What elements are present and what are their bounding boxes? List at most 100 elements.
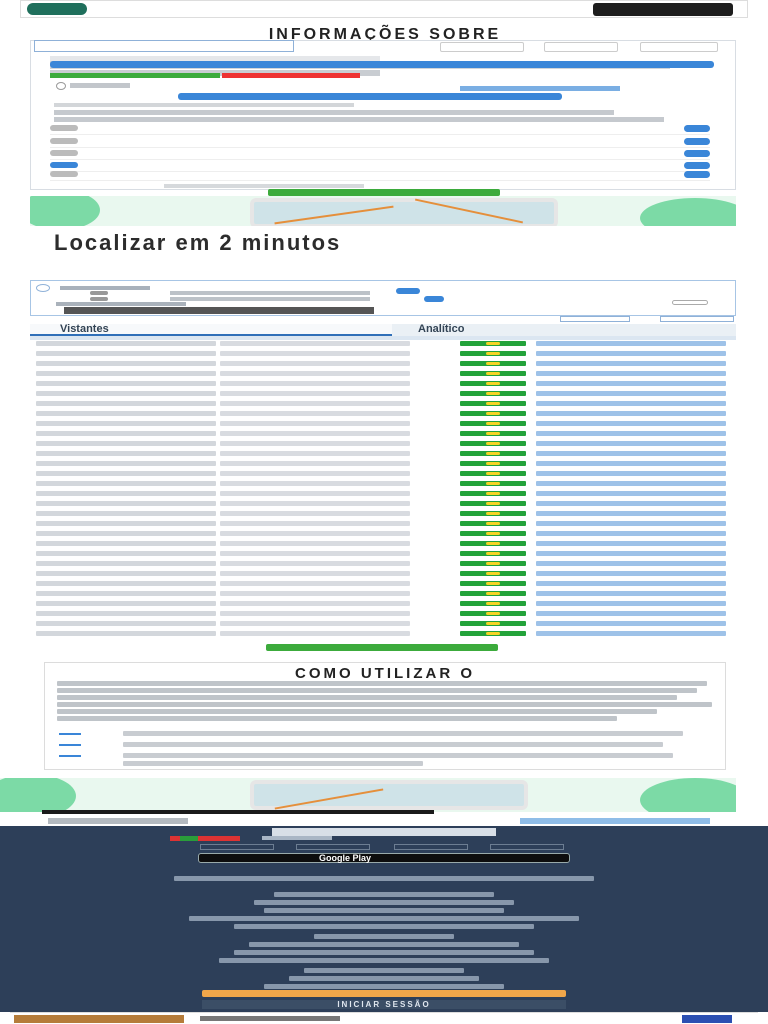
add-domain-button[interactable]: [178, 93, 562, 100]
row-location[interactable]: [536, 341, 726, 346]
row-location[interactable]: [536, 631, 726, 636]
toggle-row-5[interactable]: [50, 168, 710, 181]
row-location[interactable]: [536, 431, 726, 436]
row-location[interactable]: [536, 541, 726, 546]
radio-icon[interactable]: [56, 82, 66, 90]
table-row[interactable]: [30, 541, 736, 547]
toggle-row-1[interactable]: [50, 122, 710, 135]
toggle-switch-1[interactable]: [50, 125, 78, 131]
table-row[interactable]: [30, 591, 736, 597]
help-icon[interactable]: [684, 171, 710, 178]
table-row[interactable]: [30, 401, 736, 407]
help-icon[interactable]: [684, 125, 710, 132]
filter-toggle[interactable]: [672, 300, 708, 305]
social-button-1[interactable]: [200, 844, 274, 850]
social-button-2[interactable]: [296, 844, 370, 850]
row-location[interactable]: [536, 531, 726, 536]
row-location[interactable]: [536, 491, 726, 496]
row-location[interactable]: [536, 421, 726, 426]
filter-dropdown-2[interactable]: [660, 316, 734, 322]
filter-pill-2[interactable]: [424, 296, 444, 302]
row-location[interactable]: [536, 571, 726, 576]
table-row[interactable]: [30, 441, 736, 447]
row-location[interactable]: [536, 581, 726, 586]
register-button[interactable]: [202, 990, 566, 997]
table-row[interactable]: [30, 451, 736, 457]
row-location[interactable]: [536, 481, 726, 486]
table-row[interactable]: [30, 501, 736, 507]
row-location[interactable]: [536, 621, 726, 626]
table-row[interactable]: [30, 581, 736, 587]
table-row[interactable]: [30, 561, 736, 567]
row-location[interactable]: [536, 561, 726, 566]
table-row[interactable]: [30, 351, 736, 357]
row-location[interactable]: [536, 551, 726, 556]
language-select[interactable]: [262, 836, 332, 840]
filter-dropdown-1[interactable]: [560, 316, 630, 322]
row-location[interactable]: [536, 611, 726, 616]
row-location[interactable]: [536, 501, 726, 506]
table-row[interactable]: [30, 431, 736, 437]
help-icon[interactable]: [684, 150, 710, 157]
help-icon[interactable]: [684, 138, 710, 145]
option-link[interactable]: [460, 86, 620, 91]
filter-switch-2[interactable]: [90, 297, 108, 301]
ad-visit-link[interactable]: [520, 818, 710, 824]
filter-link[interactable]: [56, 302, 186, 306]
row-location[interactable]: [536, 601, 726, 606]
table-row[interactable]: [30, 411, 736, 417]
row-location[interactable]: [536, 461, 726, 466]
shorten-url-button[interactable]: [50, 61, 714, 68]
table-row[interactable]: [30, 551, 736, 557]
table-row[interactable]: [30, 571, 736, 577]
row-location[interactable]: [536, 521, 726, 526]
social-button-3[interactable]: [394, 844, 468, 850]
table-row[interactable]: [30, 631, 736, 637]
table-row[interactable]: [30, 371, 736, 377]
table-row[interactable]: [30, 421, 736, 427]
bottom-ad-banner[interactable]: [10, 1012, 758, 1024]
top-ad-banner[interactable]: [20, 0, 748, 18]
toggle-switch-3[interactable]: [50, 150, 78, 156]
table-row[interactable]: [30, 481, 736, 487]
filter-pill-1[interactable]: [396, 288, 420, 294]
table-row[interactable]: [30, 471, 736, 477]
tab-analytics[interactable]: Analítico: [392, 324, 736, 336]
table-row[interactable]: [30, 381, 736, 387]
row-location[interactable]: [536, 411, 726, 416]
tab-visitors[interactable]: Vistantes: [30, 324, 392, 336]
ad-visit-button[interactable]: [593, 3, 733, 16]
table-row[interactable]: [30, 621, 736, 627]
table-row[interactable]: [30, 341, 736, 347]
row-location[interactable]: [536, 381, 726, 386]
row-location[interactable]: [536, 401, 726, 406]
export-data-button[interactable]: [34, 40, 294, 52]
toolbar-button-3[interactable]: [640, 42, 718, 52]
table-row[interactable]: [30, 391, 736, 397]
table-row[interactable]: [30, 521, 736, 527]
row-location[interactable]: [536, 451, 726, 456]
save-settings-button[interactable]: [268, 189, 500, 196]
row-location[interactable]: [536, 441, 726, 446]
toolbar-button-2[interactable]: [544, 42, 618, 52]
table-row[interactable]: [30, 531, 736, 537]
row-location[interactable]: [536, 591, 726, 596]
google-play-button[interactable]: Google Play: [198, 853, 570, 863]
table-row[interactable]: [30, 611, 736, 617]
social-button-4[interactable]: [490, 844, 564, 850]
table-row[interactable]: [30, 511, 736, 517]
filter-switch-1[interactable]: [90, 291, 108, 295]
row-location[interactable]: [536, 351, 726, 356]
table-row[interactable]: [30, 461, 736, 467]
row-location[interactable]: [536, 391, 726, 396]
table-row[interactable]: [30, 491, 736, 497]
row-location[interactable]: [536, 371, 726, 376]
toolbar-button-1[interactable]: [440, 42, 524, 52]
row-location[interactable]: [536, 361, 726, 366]
toggle-switch-5[interactable]: [50, 171, 78, 177]
load-more-button[interactable]: [266, 644, 498, 651]
row-location[interactable]: [536, 511, 726, 516]
toggle-switch-2[interactable]: [50, 138, 78, 144]
table-row[interactable]: [30, 361, 736, 367]
table-row[interactable]: [30, 601, 736, 607]
